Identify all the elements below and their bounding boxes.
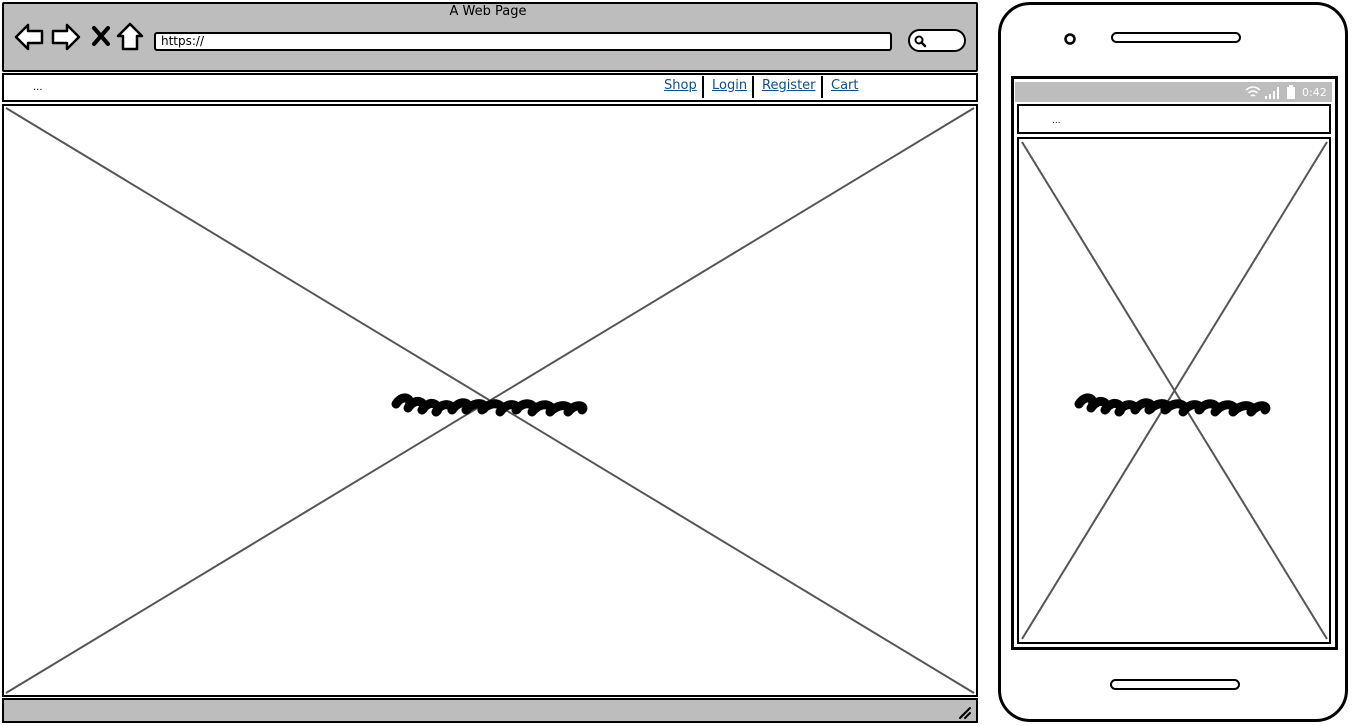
placeholder-cross	[5, 107, 975, 694]
window-title: A Web Page	[449, 4, 527, 19]
back-arrow-icon[interactable]	[14, 22, 44, 52]
forward-arrow-icon[interactable]	[51, 22, 81, 52]
nav-link-shop[interactable]: Shop	[664, 78, 697, 93]
search-field[interactable]	[908, 29, 966, 52]
close-icon[interactable]	[90, 25, 112, 47]
nav-separator	[702, 76, 704, 98]
phone-menu-placeholder: ...	[1052, 116, 1061, 126]
signal-icon	[1265, 87, 1279, 99]
phone-status-bar	[1015, 82, 1332, 102]
browser-status-bar	[2, 698, 978, 723]
phone-placeholder-cross	[1021, 141, 1328, 640]
speaker-grille	[1111, 32, 1241, 43]
nav-separator	[821, 76, 823, 98]
nav-link-register[interactable]: Register	[762, 78, 816, 93]
phone-scribble-text-placeholder	[1074, 393, 1271, 417]
resize-handle-icon[interactable]	[958, 706, 972, 720]
search-icon	[914, 35, 927, 48]
camera-icon	[1064, 33, 1076, 45]
phone-clock: 0:42	[1302, 86, 1327, 99]
home-button-bar[interactable]	[1110, 679, 1240, 690]
phone-image-placeholder	[1017, 137, 1331, 644]
image-placeholder	[2, 104, 978, 697]
url-bar[interactable]: https://	[154, 32, 892, 51]
scribble-text-placeholder	[391, 393, 588, 417]
home-icon[interactable]	[116, 22, 144, 52]
battery-icon	[1287, 85, 1295, 99]
nav-separator	[752, 76, 754, 98]
nav-menu-placeholder: ...	[33, 82, 43, 93]
wifi-icon	[1245, 86, 1261, 97]
nav-link-cart[interactable]: Cart	[831, 78, 859, 93]
phone-app-bar	[1017, 104, 1331, 134]
nav-link-login[interactable]: Login	[712, 78, 747, 93]
